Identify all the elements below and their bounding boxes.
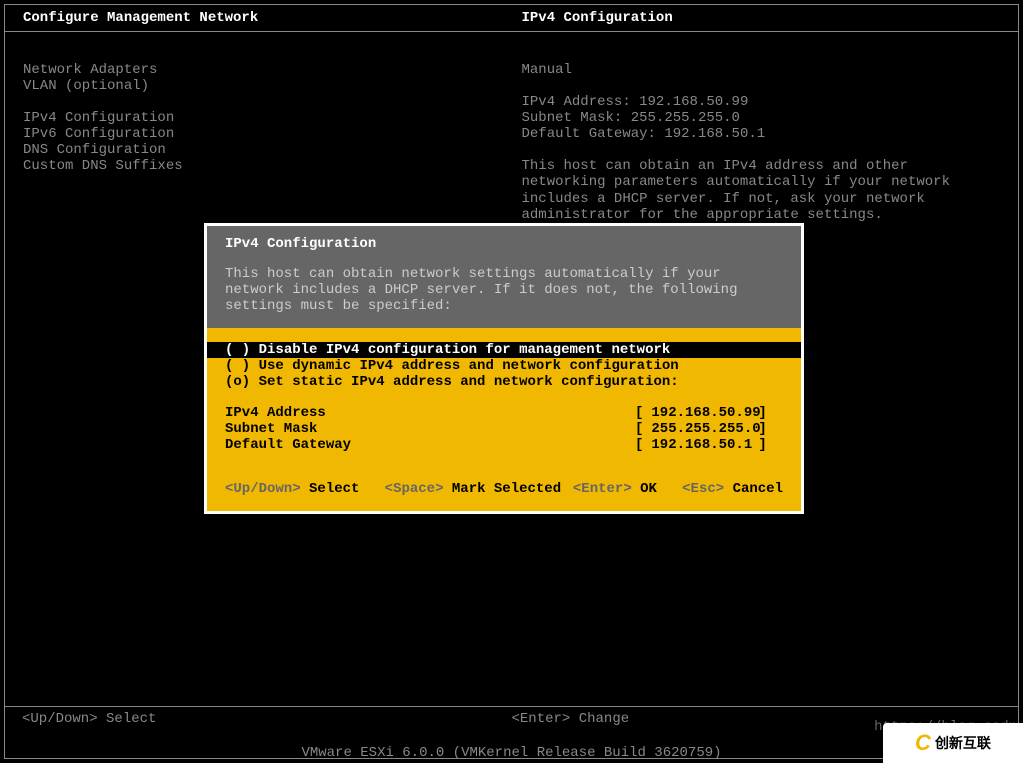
dialog-footer: <Up/Down> Select <Space> Mark Selected <…	[207, 471, 801, 511]
space-action: Mark Selected	[452, 481, 561, 497]
menu-custom-dns[interactable]: Custom DNS Suffixes	[23, 158, 512, 174]
field-default-gateway[interactable]: Default Gateway [192.168.50.1]	[225, 437, 783, 453]
bottom-bar: <Up/Down> Select <Enter> Change	[4, 706, 1019, 731]
info-ipv4-address: IPv4 Address: 192.168.50.99	[522, 94, 999, 110]
dialog-title: IPv4 Configuration	[225, 236, 783, 252]
enter-key-hint: <Enter>	[573, 481, 632, 497]
option-disable-ipv4[interactable]: ( ) Disable IPv4 configuration for manag…	[207, 342, 801, 358]
dialog-body: ( ) Disable IPv4 configuration for manag…	[207, 328, 801, 471]
logo-c-icon: C	[915, 730, 931, 756]
info-default-gateway: Default Gateway: 192.168.50.1	[522, 126, 999, 142]
left-menu: Network Adapters VLAN (optional) IPv4 Co…	[5, 62, 512, 223]
field-subnet-mask[interactable]: Subnet Mask [255.255.255.0]	[225, 421, 783, 437]
bottom-updown-key: <Up/Down>	[22, 711, 98, 727]
space-key-hint: <Space>	[385, 481, 444, 497]
logo-badge: C 创新互联	[883, 723, 1023, 763]
esc-key-hint: <Esc>	[682, 481, 724, 497]
info-description: This host can obtain an IPv4 address and…	[522, 158, 999, 222]
header-row: Configure Management Network IPv4 Config…	[5, 5, 1018, 32]
bottom-enter-action: Change	[579, 711, 629, 727]
menu-ipv6-config[interactable]: IPv6 Configuration	[23, 126, 512, 142]
main-content: Network Adapters VLAN (optional) IPv4 Co…	[5, 32, 1018, 223]
menu-vlan[interactable]: VLAN (optional)	[23, 78, 512, 94]
menu-dns-config[interactable]: DNS Configuration	[23, 142, 512, 158]
header-title-left: Configure Management Network	[5, 10, 512, 26]
ipv4-config-dialog: IPv4 Configuration This host can obtain …	[204, 223, 804, 514]
dialog-header: IPv4 Configuration This host can obtain …	[207, 226, 801, 328]
updown-key-hint: <Up/Down>	[225, 481, 301, 497]
static-fields: IPv4 Address [192.168.50.99] Subnet Mask…	[207, 391, 801, 467]
cancel-action[interactable]: Cancel	[733, 481, 783, 497]
field-ipv4-address[interactable]: IPv4 Address [192.168.50.99]	[225, 405, 783, 421]
dialog-description: This host can obtain network settings au…	[225, 266, 783, 314]
option-dynamic-ipv4[interactable]: ( ) Use dynamic IPv4 address and network…	[207, 358, 801, 374]
option-static-ipv4[interactable]: (o) Set static IPv4 address and network …	[207, 374, 801, 390]
bottom-enter-key: <Enter>	[512, 711, 571, 727]
menu-ipv4-config[interactable]: IPv4 Configuration	[23, 110, 512, 126]
version-bar: VMware ESXi 6.0.0 (VMKernel Release Buil…	[0, 745, 1023, 761]
menu-network-adapters[interactable]: Network Adapters	[23, 62, 512, 78]
header-title-right: IPv4 Configuration	[512, 10, 1019, 26]
ok-action[interactable]: OK	[640, 481, 657, 497]
updown-action: Select	[309, 481, 359, 497]
bottom-updown-action: Select	[106, 711, 156, 727]
mode-label: Manual	[522, 62, 999, 78]
info-subnet-mask: Subnet Mask: 255.255.255.0	[522, 110, 999, 126]
logo-text: 创新互联	[935, 733, 991, 753]
info-panel: Manual IPv4 Address: 192.168.50.99 Subne…	[512, 62, 1019, 223]
